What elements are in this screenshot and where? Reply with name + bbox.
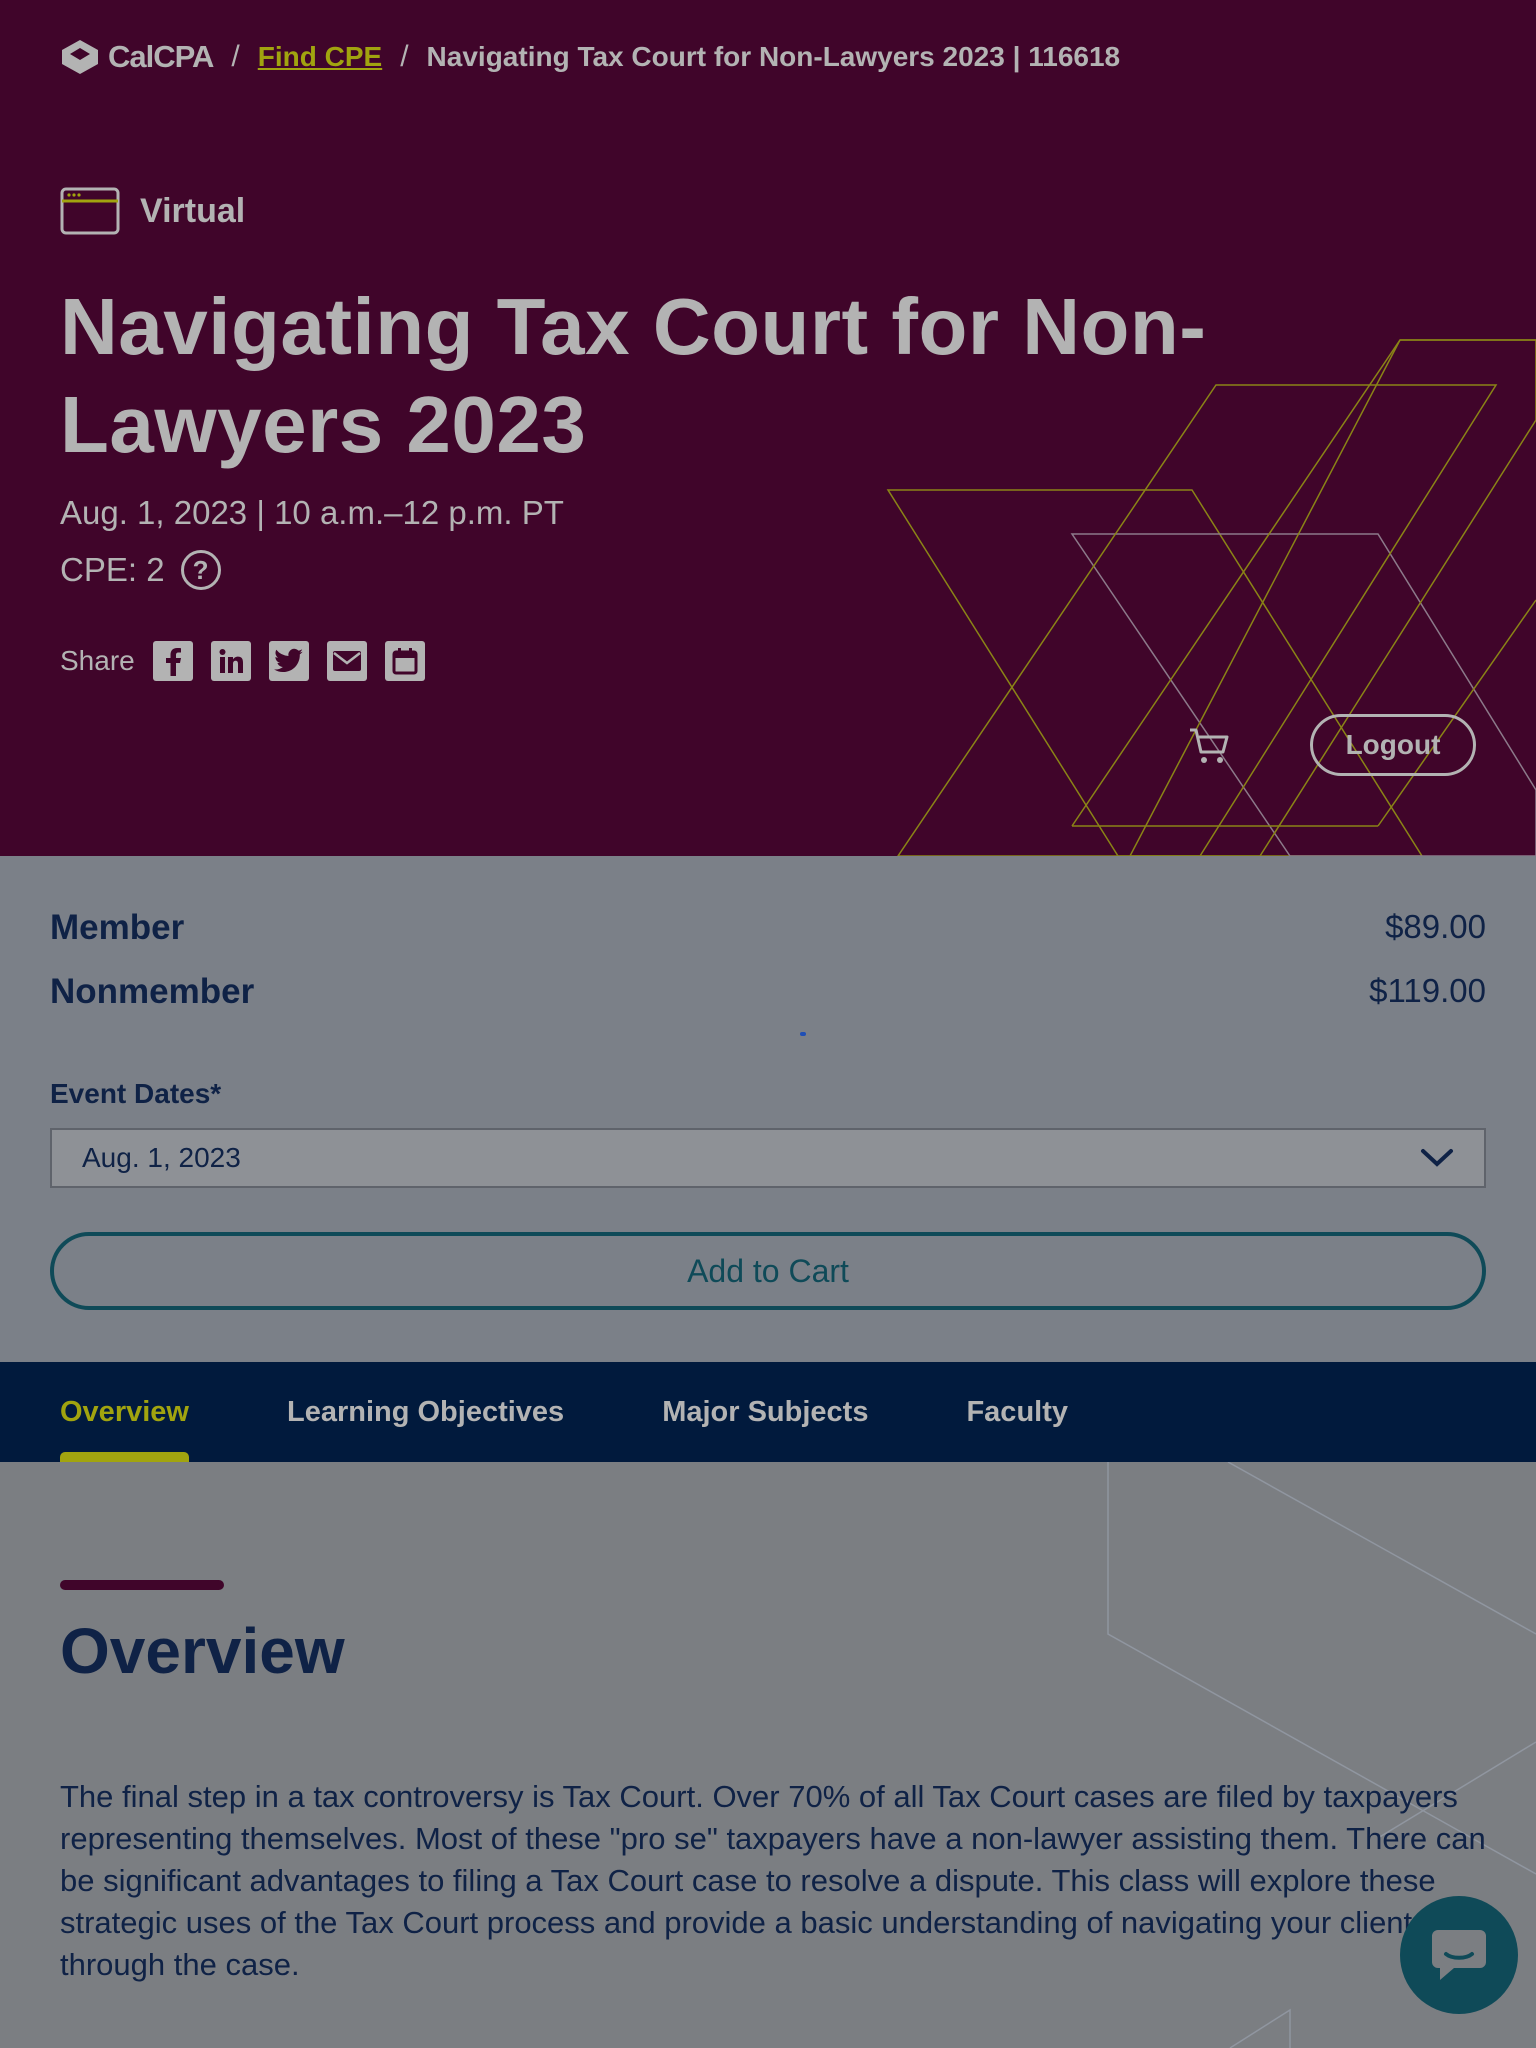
section-tabs: Overview Learning Objectives Major Subje… xyxy=(0,1362,1536,1462)
email-icon[interactable] xyxy=(326,641,367,681)
calcpa-logo[interactable]: CalCPA xyxy=(60,38,214,76)
cart-icon[interactable] xyxy=(1188,724,1232,768)
browser-window-icon xyxy=(60,187,120,235)
event-date-time: Aug. 1, 2023 | 10 a.m.–12 p.m. PT xyxy=(60,494,564,531)
tab-learning-objectives[interactable]: Learning Objectives xyxy=(287,1362,564,1462)
breadcrumb-separator: / xyxy=(400,40,409,73)
cpe-credits: CPE: 2 ? xyxy=(60,550,221,590)
chat-bubble-icon xyxy=(1432,1930,1486,1980)
breadcrumb-separator: / xyxy=(231,40,240,73)
logout-button[interactable]: Logout xyxy=(1310,714,1476,776)
member-price-row: Member $89.00 xyxy=(50,908,1486,948)
logo-text: CalCPA xyxy=(108,39,214,74)
hero-banner: CalCPA / Find CPE / Navigating Tax Court… xyxy=(0,0,1536,856)
chat-button[interactable] xyxy=(1400,1896,1518,2014)
page-title: Navigating Tax Court for Non-Lawyers 202… xyxy=(60,282,1207,469)
overview-heading: Overview xyxy=(60,1615,345,1687)
chevron-down-icon xyxy=(1421,1149,1453,1167)
section-accent-bar xyxy=(60,1580,224,1590)
share-bar: Share xyxy=(60,641,425,681)
twitter-icon[interactable] xyxy=(268,641,309,681)
nonmember-price-row: Nonmember $119.00 xyxy=(50,972,1486,1012)
share-label: Share xyxy=(60,645,135,676)
selected-date: Aug. 1, 2023 xyxy=(82,1142,241,1173)
overview-section: Overview The final step in a tax controv… xyxy=(0,1462,1536,2048)
member-label: Member xyxy=(50,908,185,947)
event-dates-label: Event Dates* xyxy=(50,1078,222,1109)
overview-text: The final step in a tax controversy is T… xyxy=(60,1779,1486,1982)
breadcrumb: CalCPA / Find CPE / Navigating Tax Court… xyxy=(60,38,1120,76)
help-icon[interactable]: ? xyxy=(180,550,221,590)
tab-overview[interactable]: Overview xyxy=(60,1362,189,1462)
nonmember-label: Nonmember xyxy=(50,972,255,1011)
breadcrumb-link-find-cpe[interactable]: Find CPE xyxy=(258,41,382,73)
calcpa-logo-icon xyxy=(62,40,98,74)
loading-indicator xyxy=(800,1032,806,1036)
nonmember-price: $119.00 xyxy=(1369,972,1486,1009)
cpe-label: CPE: 2 xyxy=(60,551,165,588)
calendar-icon[interactable] xyxy=(384,641,425,681)
tab-major-subjects[interactable]: Major Subjects xyxy=(662,1362,868,1462)
breadcrumb-current: Navigating Tax Court for Non-Lawyers 202… xyxy=(426,41,1121,72)
event-date-select[interactable]: Aug. 1, 2023 xyxy=(50,1128,1486,1188)
linkedin-icon[interactable] xyxy=(210,641,251,681)
facebook-icon[interactable] xyxy=(152,641,193,681)
pricing-panel: Member $89.00 Nonmember $119.00 Event Da… xyxy=(0,856,1536,1362)
tab-faculty[interactable]: Faculty xyxy=(966,1362,1068,1462)
member-price: $89.00 xyxy=(1385,908,1486,945)
format-label: Virtual xyxy=(140,191,246,230)
event-format: Virtual xyxy=(60,187,245,235)
add-to-cart-button[interactable]: Add to Cart xyxy=(50,1232,1486,1310)
